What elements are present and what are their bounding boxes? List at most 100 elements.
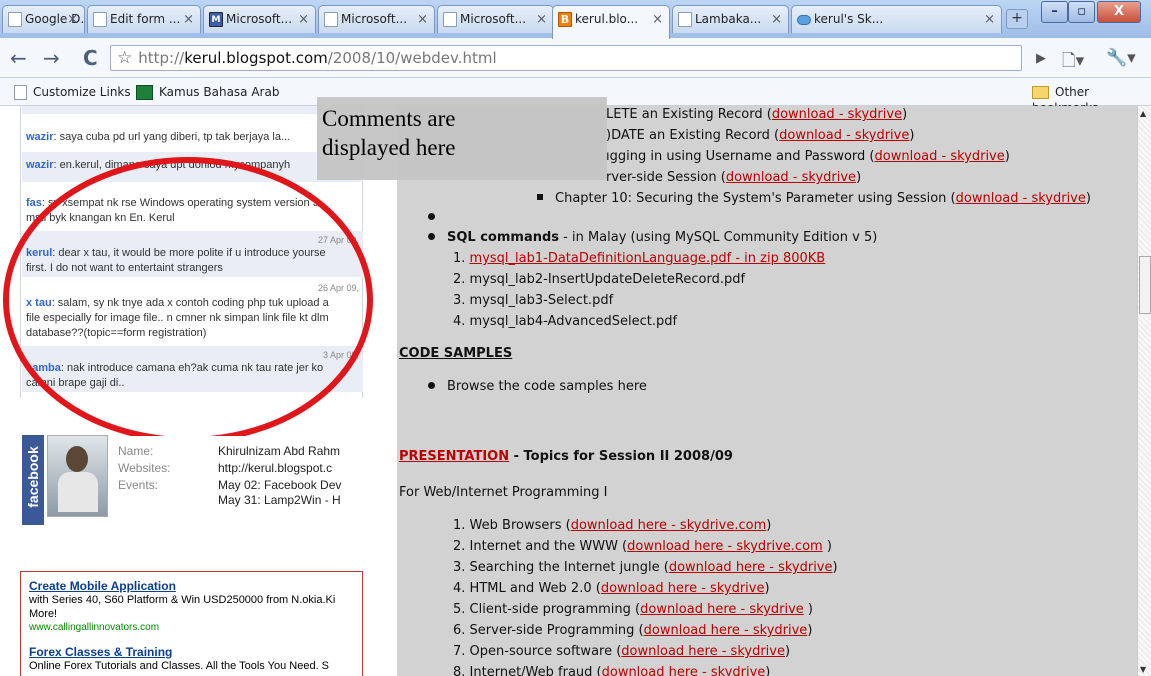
facebook-badge[interactable]: facebook xyxy=(22,435,44,525)
comment-text: database??(topic==form registration) xyxy=(26,327,207,339)
tab-kerul-skydrive[interactable]: kerul's Sk... × xyxy=(791,5,1002,33)
url-scheme: http:// xyxy=(138,49,185,67)
download-link[interactable]: download - skydrive xyxy=(779,128,909,143)
profile-event-1[interactable]: May 02: Facebook Dev xyxy=(218,477,363,493)
annotation-line: Comments are xyxy=(322,106,456,131)
sql-item: 2. mysql_lab2-InsertUpdateDeleteRecord.p… xyxy=(453,270,745,289)
ms-icon: M xyxy=(209,12,223,27)
chapter-tail: ) xyxy=(902,107,908,122)
close-icon[interactable]: × xyxy=(67,6,78,33)
page-icon xyxy=(8,12,22,27)
comment-user[interactable]: wazir xyxy=(26,131,54,143)
square-bullet xyxy=(537,194,543,200)
comment-date: 3 Apr 09, xyxy=(322,350,359,360)
topic-download-link[interactable]: download here - skydrive xyxy=(644,623,808,638)
download-link[interactable]: download - skydrive xyxy=(726,170,856,185)
topic-download-link[interactable]: download here - skydrive xyxy=(669,560,833,575)
close-icon[interactable]: × xyxy=(298,6,309,33)
ad-title-link[interactable]: Create Mobile Application xyxy=(29,579,354,593)
profile-website[interactable]: http://kerul.blogspot.c xyxy=(218,460,363,476)
comment-user[interactable]: x tau xyxy=(26,297,52,309)
back-button[interactable]: ← xyxy=(10,48,27,68)
vertical-scrollbar[interactable]: ▲ ▼ xyxy=(1137,106,1151,676)
blogger-icon: B xyxy=(558,12,572,27)
forward-button[interactable]: → xyxy=(43,48,60,68)
topic-item: 2. Internet and the WWW (download here -… xyxy=(453,537,832,556)
comment-spacer xyxy=(22,106,363,114)
bookmark-kamus[interactable]: Kamus Bahasa Arab xyxy=(136,84,279,100)
comment-user[interactable]: kerul xyxy=(26,247,52,259)
topic-download-link[interactable]: download here - skydrive xyxy=(601,581,765,596)
topic-item: 7. Open-source software (download here -… xyxy=(453,642,790,661)
sql-file: mysql_lab2-InsertUpdateDeleteRecord.pdf xyxy=(469,272,746,287)
topic-download-link[interactable]: download here - skydrive xyxy=(640,602,804,617)
close-icon[interactable]: × xyxy=(183,6,194,33)
close-icon[interactable]: × xyxy=(652,6,663,33)
reload-button[interactable]: C xyxy=(83,48,98,68)
scroll-thumb[interactable] xyxy=(1139,256,1151,314)
star-icon[interactable]: ☆ xyxy=(117,48,132,68)
new-tab-button[interactable]: + xyxy=(1006,9,1028,29)
sql-download-link[interactable]: mysql_lab1-DataDefinitionLanguage.pdf - … xyxy=(470,251,826,266)
bookmark-customize-links[interactable]: Customize Links xyxy=(14,84,131,100)
folder-icon xyxy=(1032,86,1049,99)
topic-item: 4. HTML and Web 2.0 (download here - sky… xyxy=(453,579,770,598)
sql-file: mysql_lab3-Select.pdf xyxy=(469,293,614,308)
minimize-button[interactable]: – xyxy=(1041,1,1068,23)
page-menu-button[interactable]: 🗋▾ xyxy=(1062,48,1084,77)
maximize-button[interactable]: ▫ xyxy=(1068,1,1095,23)
ad-title-link[interactable]: Forex Classes & Training xyxy=(29,645,354,659)
code-samples-item: Browse the code samples here xyxy=(428,377,647,396)
close-icon[interactable]: × xyxy=(536,6,547,33)
close-icon[interactable]: × xyxy=(417,6,428,33)
profile-event-2[interactable]: May 31: Lamp2Win - H xyxy=(218,492,363,508)
close-icon[interactable]: × xyxy=(984,6,995,33)
sql-title: SQL commands xyxy=(447,230,560,245)
code-samples-heading: CODE SAMPLES xyxy=(399,346,513,361)
item-number: 2. xyxy=(453,272,466,287)
download-link[interactable]: download - skydrive xyxy=(875,149,1005,164)
tab-edit-form[interactable]: Edit form ... × xyxy=(87,5,201,33)
code-samples-text[interactable]: Browse the code samples here xyxy=(447,379,647,394)
name-label: Name: xyxy=(118,444,154,458)
comment-user[interactable]: samba xyxy=(26,362,61,374)
scroll-up-icon[interactable]: ▲ xyxy=(1140,109,1146,118)
tab-microsoft-2[interactable]: Microsoft... × xyxy=(318,5,435,33)
bullet xyxy=(428,382,435,389)
left-sidebar: wazir: saya cuba pd url yang diberi, tp … xyxy=(0,106,397,676)
topic-download-link[interactable]: download here - skydrive.com xyxy=(571,518,767,533)
tab-google-docs[interactable]: Google D...× xyxy=(2,5,85,33)
photo-body xyxy=(58,472,98,512)
scroll-down-icon[interactable]: ▼ xyxy=(1140,665,1146,674)
topic-download-link[interactable]: download here - skydrive xyxy=(602,665,766,676)
download-link[interactable]: download - skydrive xyxy=(772,107,902,122)
topic-text: Web Browsers ( xyxy=(469,518,571,533)
comment-text: : nak introduce camana eh?ak cuma nk tau… xyxy=(60,362,324,374)
events-label: Events: xyxy=(118,478,159,492)
annotation-line: displayed here xyxy=(322,135,456,160)
url-path: /2008/10/webdev.html xyxy=(327,49,497,67)
chapter-tail: ) xyxy=(1004,149,1010,164)
sql-item: 3. mysql_lab3-Select.pdf xyxy=(453,291,613,310)
close-icon[interactable]: × xyxy=(771,6,782,33)
topic-tail: ) xyxy=(803,602,814,617)
chapter-text: Chapter 10: Securing the System's Parame… xyxy=(555,191,956,206)
comment-date: 27 Apr 09, xyxy=(317,235,359,245)
address-bar[interactable]: ☆ http://kerul.blogspot.com/2008/10/webde… xyxy=(110,45,1022,71)
download-link[interactable]: download - skydrive xyxy=(956,191,1086,206)
topic-download-link[interactable]: download here - skydrive xyxy=(621,644,785,659)
tab-kerul-blog[interactable]: Bkerul.blo... × xyxy=(552,5,670,39)
tab-microsoft-3[interactable]: Microsoft... × xyxy=(437,5,554,33)
comment-user[interactable]: wazir xyxy=(26,159,54,171)
topic-download-link[interactable]: download here - skydrive.com xyxy=(627,539,823,554)
play-icon[interactable]: ▶ xyxy=(1036,51,1046,66)
item-number: 4. xyxy=(453,314,466,329)
profile-photo[interactable] xyxy=(47,435,108,517)
tab-microsoft-1[interactable]: M Microsoft... × xyxy=(203,5,316,33)
ad-url[interactable]: www.callingallinnovators.com xyxy=(29,621,354,635)
comment-user[interactable]: fas xyxy=(26,197,42,209)
window-close-button[interactable]: X xyxy=(1097,1,1141,23)
wrench-menu-button[interactable]: 🔧▾ xyxy=(1106,48,1136,68)
presentation-link[interactable]: PRESENTATION xyxy=(399,449,509,464)
tab-lambaka[interactable]: Lambaka... × xyxy=(672,5,789,33)
